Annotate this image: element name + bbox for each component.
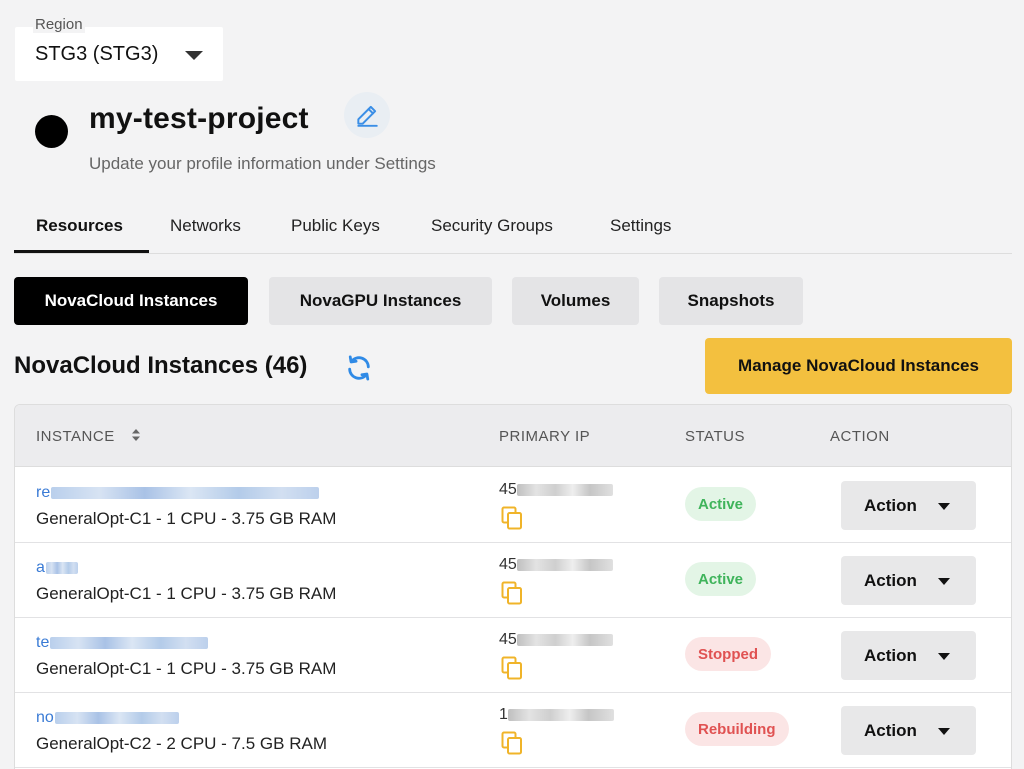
- main-tabs: Resources Networks Public Keys Security …: [14, 200, 1012, 254]
- pencil-icon[interactable]: [344, 92, 390, 138]
- instance-spec: GeneralOpt-C1 - 1 CPU - 3.75 GB RAM: [36, 509, 337, 528]
- ip-prefix: 45: [499, 556, 517, 573]
- column-header-instance[interactable]: INSTANCE: [36, 428, 141, 446]
- region-value: STG3 (STG3): [35, 43, 159, 65]
- instances-table: INSTANCE PRIMARY IP STATUS ACTION re Gen…: [14, 404, 1012, 769]
- table-row: re GeneralOpt-C1 - 1 CPU - 3.75 GB RAM 4…: [15, 468, 1011, 543]
- copy-icon[interactable]: [501, 581, 523, 605]
- primary-ip: 45: [499, 631, 613, 649]
- column-header-label: INSTANCE: [36, 428, 115, 445]
- sort-icon[interactable]: [131, 428, 141, 446]
- ip-prefix: 45: [499, 631, 517, 648]
- subtab-volumes[interactable]: Volumes: [512, 277, 639, 325]
- instance-name-link[interactable]: no: [36, 709, 179, 727]
- instance-spec: GeneralOpt-C1 - 1 CPU - 3.75 GB RAM: [36, 584, 337, 603]
- redacted-ip: [507, 708, 614, 721]
- caret-down-icon: [938, 503, 950, 510]
- redacted-ip: [516, 633, 613, 646]
- action-label: Action: [864, 571, 917, 590]
- ip-prefix: 1: [499, 706, 508, 723]
- action-dropdown-button[interactable]: Action: [841, 481, 976, 530]
- primary-ip: 45: [499, 556, 613, 574]
- action-dropdown-button[interactable]: Action: [841, 706, 976, 755]
- table-row: no GeneralOpt-C2 - 2 CPU - 7.5 GB RAM 1 …: [15, 693, 1011, 768]
- redacted-name: [54, 711, 179, 724]
- action-dropdown-button[interactable]: Action: [841, 631, 976, 680]
- table-header: INSTANCE PRIMARY IP STATUS ACTION: [15, 405, 1011, 467]
- instance-name-link[interactable]: a: [36, 559, 78, 577]
- copy-icon[interactable]: [501, 731, 523, 755]
- column-header-ip: PRIMARY IP: [499, 428, 591, 445]
- table-row: te GeneralOpt-C1 - 1 CPU - 3.75 GB RAM 4…: [15, 618, 1011, 693]
- status-badge: Stopped: [685, 637, 771, 671]
- primary-ip: 1: [499, 706, 614, 724]
- manage-instances-button[interactable]: Manage NovaCloud Instances: [705, 338, 1012, 394]
- page-title: my-test-project: [89, 102, 309, 135]
- caret-down-icon: [938, 578, 950, 585]
- primary-ip: 45: [499, 481, 613, 499]
- copy-icon[interactable]: [501, 656, 523, 680]
- redacted-ip: [516, 558, 613, 571]
- action-dropdown-button[interactable]: Action: [841, 556, 976, 605]
- redacted-name: [45, 561, 78, 574]
- project-subtitle: Update your profile information under Se…: [89, 154, 436, 173]
- tab-networks[interactable]: Networks: [170, 216, 241, 236]
- copy-icon[interactable]: [501, 506, 523, 530]
- redacted-ip: [516, 483, 613, 496]
- redacted-name: [51, 486, 320, 499]
- instance-name-link[interactable]: re: [36, 484, 320, 502]
- tab-resources[interactable]: Resources: [36, 216, 123, 236]
- subtab-novagpu-instances[interactable]: NovaGPU Instances: [269, 277, 492, 325]
- action-label: Action: [864, 721, 917, 740]
- instance-name-prefix: te: [36, 634, 50, 651]
- table-row: a GeneralOpt-C1 - 1 CPU - 3.75 GB RAM 45…: [15, 543, 1011, 618]
- action-label: Action: [864, 646, 917, 665]
- redacted-name: [50, 636, 209, 649]
- column-header-status: STATUS: [685, 428, 745, 445]
- subtab-novacloud-instances[interactable]: NovaCloud Instances: [14, 277, 248, 325]
- instance-spec: GeneralOpt-C1 - 1 CPU - 3.75 GB RAM: [36, 659, 337, 678]
- region-label: Region: [33, 16, 85, 33]
- section-title: NovaCloud Instances (46): [14, 352, 308, 379]
- subtab-snapshots[interactable]: Snapshots: [659, 277, 803, 325]
- instance-spec: GeneralOpt-C2 - 2 CPU - 7.5 GB RAM: [36, 734, 327, 753]
- caret-down-icon: [185, 51, 203, 60]
- column-header-action: ACTION: [830, 428, 890, 445]
- action-label: Action: [864, 496, 917, 515]
- status-badge: Rebuilding: [685, 712, 789, 746]
- instance-name-prefix: a: [36, 559, 45, 576]
- region-select[interactable]: STG3 (STG3): [15, 27, 223, 81]
- status-badge: Active: [685, 487, 757, 521]
- active-tab-indicator: [14, 250, 149, 253]
- instance-name-prefix: no: [36, 709, 54, 726]
- caret-down-icon: [938, 653, 950, 660]
- status-badge: Active: [685, 562, 757, 596]
- tab-settings[interactable]: Settings: [610, 216, 671, 236]
- tab-public-keys[interactable]: Public Keys: [291, 216, 380, 236]
- instance-name-link[interactable]: te: [36, 634, 209, 652]
- instance-name-prefix: re: [36, 484, 51, 501]
- tab-security-groups[interactable]: Security Groups: [431, 216, 553, 236]
- caret-down-icon: [938, 728, 950, 735]
- ip-prefix: 45: [499, 481, 517, 498]
- refresh-icon[interactable]: [344, 353, 374, 383]
- project-avatar: [35, 115, 68, 148]
